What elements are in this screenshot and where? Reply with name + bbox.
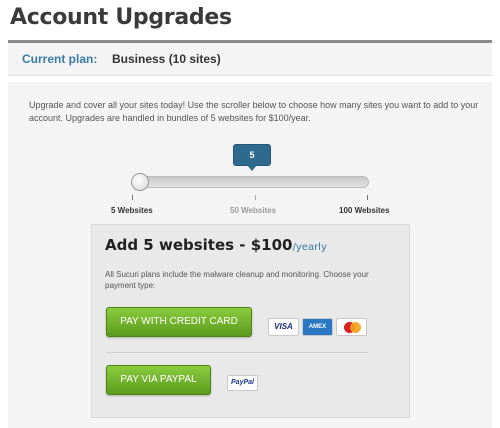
pay-credit-card-button[interactable]: PAY WITH CREDIT CARD [106,307,252,337]
upgrade-description: All Sucuri plans include the malware cle… [105,270,369,290]
current-plan-label: Current plan: [22,52,98,66]
slider-label-max: 100 Websites [339,206,390,215]
upgrade-summary-box: Add 5 websites - $100/yearly All Sucuri … [91,224,410,418]
slider-bubble-pointer [247,165,257,171]
slider-label-min: 5 Websites [111,206,153,215]
websites-slider-track[interactable] [131,176,369,188]
amex-icon: AMEX [302,318,333,336]
payment-divider [106,352,368,353]
upgrade-billing-period: /yearly [292,242,327,253]
slider-label-mid: 50 Websites [230,206,277,215]
paypal-icon: PayPal [227,375,258,391]
current-plan-bar: Current plan: Business (10 sites) [8,43,492,76]
upgrade-headline-text: Add 5 websites - $100 [105,236,293,254]
upgrade-headline: Add 5 websites - $100/yearly [105,236,327,254]
current-plan-value: Business (10 sites) [112,52,221,66]
visa-icon: VISA [268,318,299,336]
slider-value-bubble: 5 [233,144,271,166]
pay-paypal-button[interactable]: PAY VIA PAYPAL [106,365,211,395]
mastercard-icon [336,318,367,336]
slider-tick-max [367,195,368,200]
slider-tick-mid [255,195,256,200]
websites-slider-handle[interactable] [131,173,149,191]
page-title: Account Upgrades [10,5,232,30]
intro-text: Upgrade and cover all your sites today! … [29,100,479,123]
slider-tick-min [132,195,133,200]
